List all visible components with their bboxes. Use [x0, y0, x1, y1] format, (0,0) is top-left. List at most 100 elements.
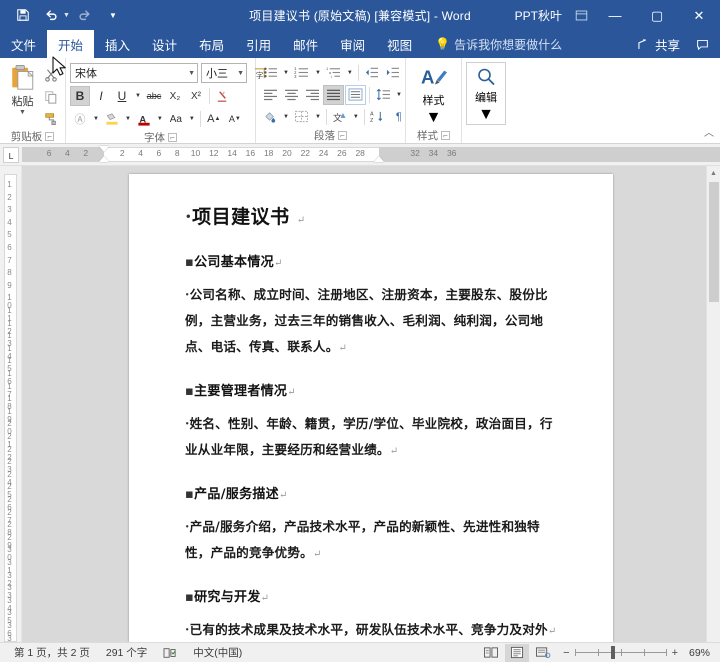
change-case-button[interactable]: Aa — [166, 109, 186, 129]
format-painter-icon[interactable] — [41, 109, 61, 129]
tab-review[interactable]: 审阅 — [329, 30, 376, 58]
shading-icon[interactable] — [260, 107, 280, 127]
hanging-indent-marker[interactable] — [99, 156, 109, 162]
language-indicator[interactable]: 中文(中国) — [185, 645, 250, 660]
bullets-icon[interactable] — [260, 63, 280, 83]
zoom-level[interactable]: 69% — [686, 647, 714, 659]
superscript-button[interactable]: X² — [186, 86, 206, 106]
subscript-button[interactable]: X₂ — [165, 86, 185, 106]
customize-quick-access-icon[interactable]: ▼ — [100, 3, 126, 27]
paragraph-dialog-launcher-icon[interactable]: ⌐ — [338, 131, 347, 140]
zoom-in-button[interactable]: + — [672, 647, 678, 659]
multilevel-list-icon[interactable]: 1ai — [324, 63, 344, 83]
account-name[interactable]: PPT秋叶 — [509, 7, 568, 24]
tab-insert[interactable]: 插入 — [94, 30, 141, 58]
save-icon[interactable] — [10, 3, 36, 27]
increase-indent-icon[interactable] — [383, 63, 403, 83]
page-indicator[interactable]: 第 1 页，共 2 页 — [6, 645, 98, 660]
comments-icon[interactable] — [690, 38, 714, 51]
phonetic-guide-icon[interactable]: Ⓐ — [70, 109, 90, 129]
align-left-icon[interactable] — [260, 85, 280, 105]
font-name-combo[interactable]: 宋体 ▼ — [70, 63, 198, 83]
undo-icon[interactable] — [38, 3, 64, 27]
borders-icon[interactable] — [292, 107, 312, 127]
underline-button[interactable]: U — [112, 86, 132, 106]
right-indent-marker[interactable] — [374, 156, 384, 162]
scroll-up-icon[interactable]: ▲ — [707, 166, 720, 180]
tab-mailings[interactable]: 邮件 — [282, 30, 329, 58]
zoom-slider[interactable]: − + — [557, 647, 684, 659]
styles-button[interactable]: A 样式 ▼ — [413, 62, 455, 127]
justify-icon[interactable] — [323, 85, 344, 105]
font-name-dropdown-icon[interactable]: ▼ — [185, 70, 195, 77]
styles-dialog-launcher-icon[interactable]: ⌐ — [441, 131, 450, 140]
web-layout-icon[interactable] — [531, 644, 555, 662]
decrease-indent-icon[interactable] — [362, 63, 382, 83]
borders-dropdown-icon[interactable]: ▼ — [313, 107, 323, 127]
minimize-button[interactable]: — — [594, 0, 636, 30]
underline-dropdown-icon[interactable]: ▼ — [133, 86, 143, 106]
change-case-dropdown-icon[interactable]: ▼ — [187, 109, 197, 129]
zoom-track[interactable] — [575, 652, 667, 653]
print-layout-icon[interactable] — [505, 644, 529, 662]
proofing-icon[interactable] — [155, 647, 185, 659]
sort-icon[interactable]: AZ — [368, 107, 388, 127]
line-spacing-dropdown-icon[interactable]: ▼ — [394, 85, 404, 105]
document-page[interactable]: ·项目建议书 ↵ ▪公司基本情况↵·公司名称、成立时间、注册地区、注册资本，主要… — [129, 174, 613, 642]
tell-me-box[interactable]: 💡 告诉我你想要做什么 — [423, 30, 562, 58]
italic-button[interactable]: I — [91, 86, 111, 106]
zoom-thumb[interactable] — [611, 646, 615, 659]
tab-home[interactable]: 开始 — [47, 30, 94, 58]
phonetic-dropdown-icon[interactable]: ▼ — [91, 109, 101, 129]
font-size-dropdown-icon[interactable]: ▼ — [234, 70, 244, 77]
collapse-ribbon-icon[interactable]: ︿ — [704, 124, 714, 139]
asian-layout-icon[interactable]: 文 — [330, 107, 350, 127]
zoom-out-button[interactable]: − — [563, 647, 569, 659]
numbering-icon[interactable]: 123 — [292, 63, 312, 83]
tab-references[interactable]: 引用 — [235, 30, 282, 58]
asian-layout-dropdown-icon[interactable]: ▼ — [351, 107, 361, 127]
highlight-dropdown-icon[interactable]: ▼ — [123, 109, 133, 129]
scrollbar-thumb[interactable] — [709, 182, 719, 302]
grow-font-icon[interactable]: A▲ — [204, 109, 224, 129]
align-right-icon[interactable] — [302, 85, 322, 105]
read-mode-icon[interactable] — [479, 644, 503, 662]
tab-file[interactable]: 文件 — [0, 30, 47, 58]
distributed-align-icon[interactable] — [345, 85, 366, 105]
align-center-icon[interactable] — [281, 85, 301, 105]
ribbon-display-options-icon[interactable] — [568, 0, 594, 30]
bullets-dropdown-icon[interactable]: ▼ — [281, 63, 291, 83]
numbering-dropdown-icon[interactable]: ▼ — [313, 63, 323, 83]
tab-design[interactable]: 设计 — [141, 30, 188, 58]
font-size-combo[interactable]: 小三 ▼ — [201, 63, 247, 83]
bold-button[interactable]: B — [70, 86, 90, 106]
line-spacing-icon[interactable] — [373, 85, 393, 105]
font-color-dropdown-icon[interactable]: ▼ — [155, 109, 165, 129]
styles-dropdown-icon[interactable]: ▼ — [426, 109, 442, 127]
tab-layout[interactable]: 布局 — [188, 30, 235, 58]
share-button[interactable]: 共享 — [628, 30, 688, 58]
editing-dropdown-icon[interactable]: ▼ — [478, 106, 494, 124]
vertical-scrollbar[interactable]: ▲ — [706, 166, 720, 642]
redo-icon[interactable] — [72, 3, 98, 27]
undo-dropdown-icon[interactable]: ▼ — [63, 12, 70, 19]
document-area[interactable]: ·项目建议书 ↵ ▪公司基本情况↵·公司名称、成立时间、注册地区、注册资本，主要… — [22, 166, 720, 642]
close-button[interactable]: ✕ — [678, 0, 720, 30]
maximize-button[interactable]: ▢ — [636, 0, 678, 30]
copy-icon[interactable] — [41, 87, 61, 107]
word-count[interactable]: 291 个字 — [98, 645, 155, 660]
shading-dropdown-icon[interactable]: ▼ — [281, 107, 291, 127]
font-dialog-launcher-icon[interactable]: ⌐ — [168, 133, 177, 142]
horizontal-ruler[interactable]: 642246810121416182022242628323436 — [22, 144, 720, 165]
multilevel-dropdown-icon[interactable]: ▼ — [345, 63, 355, 83]
editing-button[interactable]: 编辑 ▼ — [466, 62, 506, 125]
strikethrough-button[interactable]: abc — [144, 86, 164, 106]
shrink-font-icon[interactable]: A▼ — [225, 109, 245, 129]
tab-selector[interactable]: L — [0, 144, 22, 165]
tab-view[interactable]: 视图 — [376, 30, 423, 58]
text-highlight-color-icon[interactable] — [102, 109, 122, 129]
clipboard-dialog-launcher-icon[interactable]: ⌐ — [45, 132, 54, 141]
first-line-indent-marker[interactable] — [99, 146, 109, 152]
font-color-icon[interactable]: A — [134, 109, 154, 129]
paste-dropdown-icon[interactable]: ▼ — [19, 110, 26, 116]
